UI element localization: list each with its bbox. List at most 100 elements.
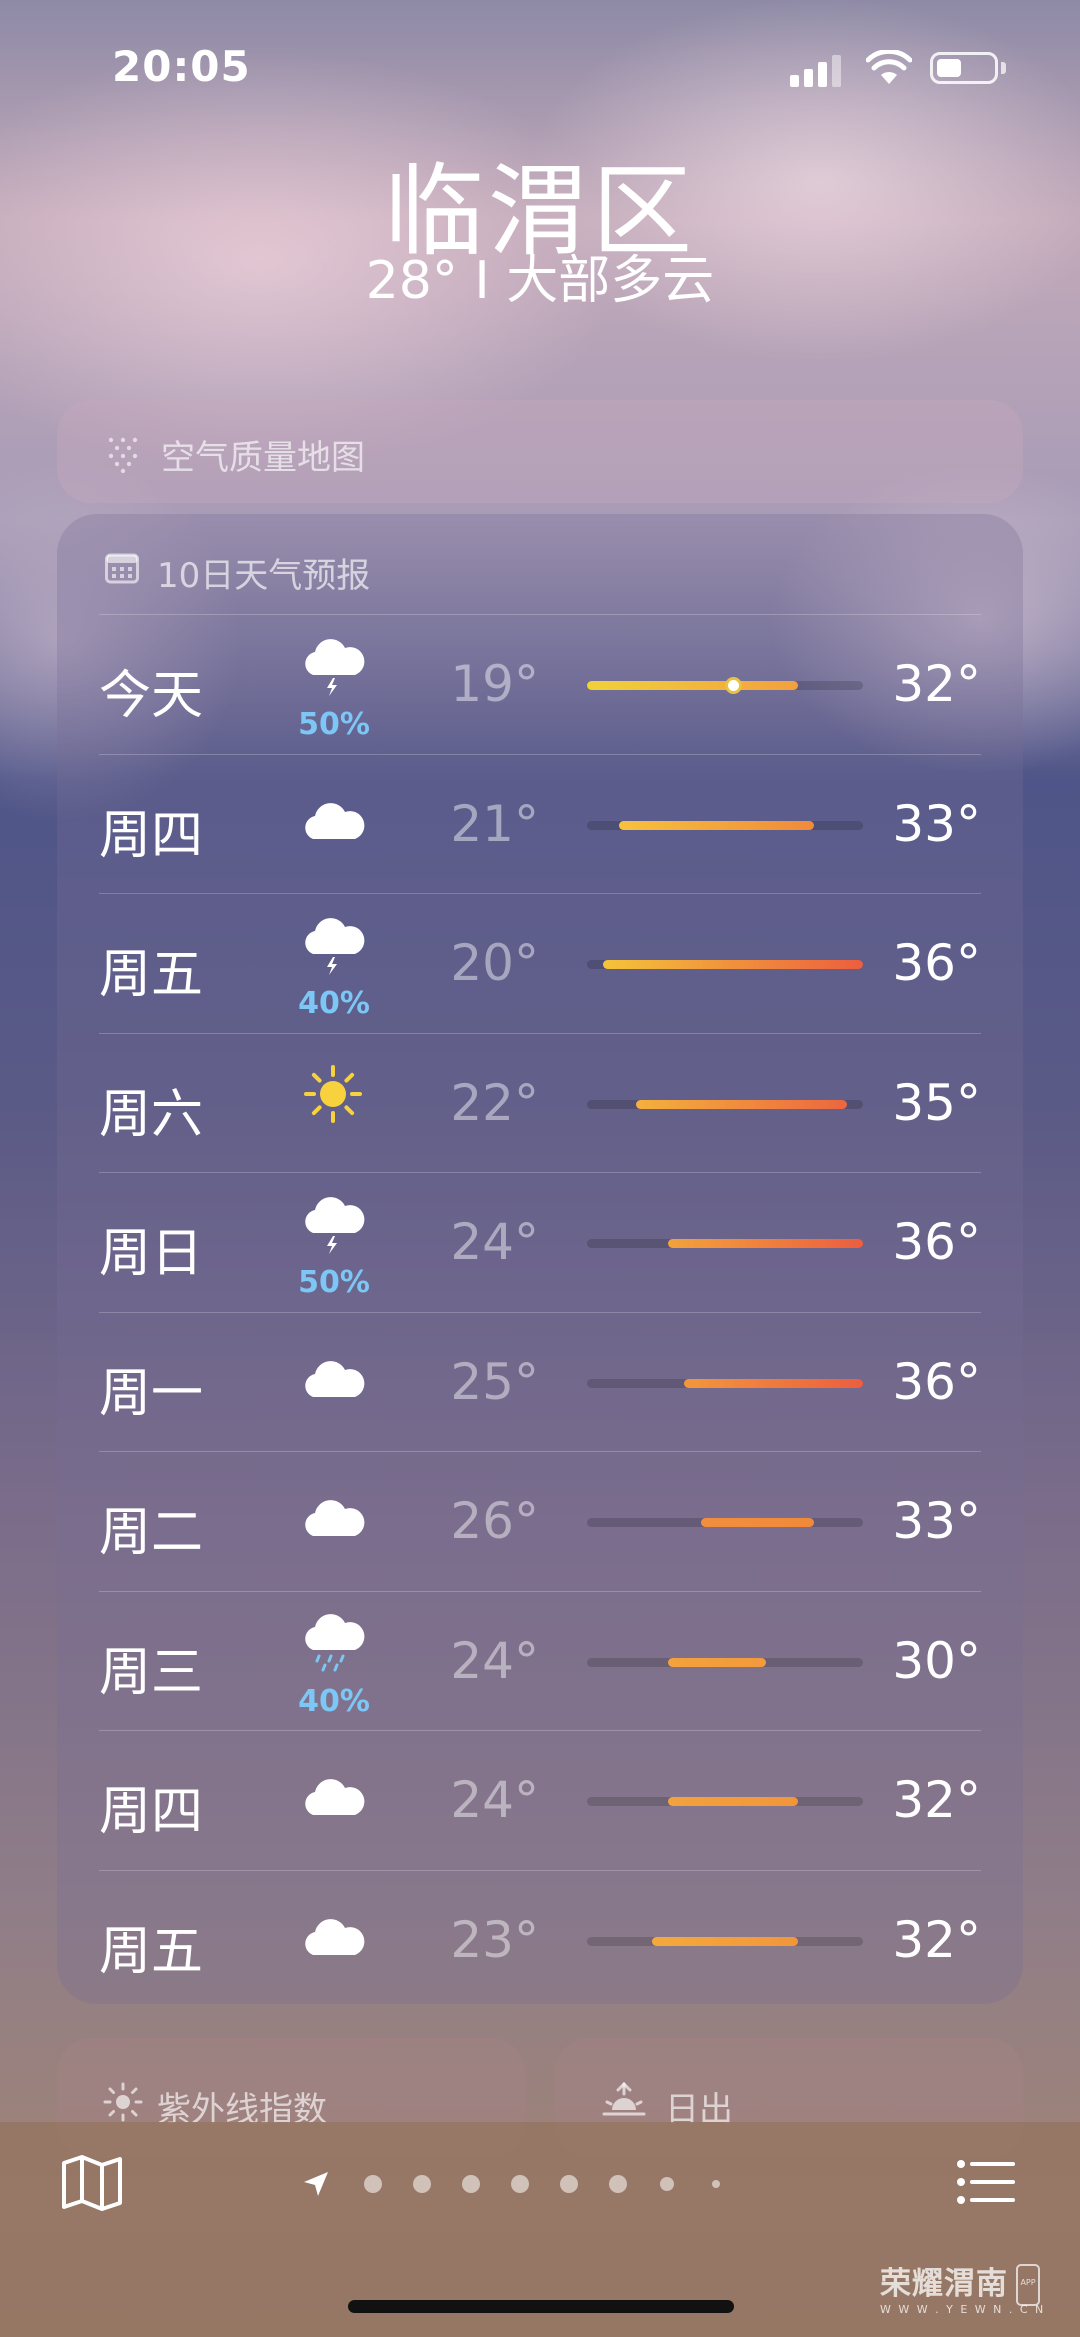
temperature-range-bar bbox=[587, 1099, 863, 1109]
sunrise-icon bbox=[602, 2081, 646, 2116]
forecast-weather-icon bbox=[295, 1613, 371, 1674]
calendar-icon bbox=[105, 553, 139, 584]
high-temperature: 33° bbox=[892, 794, 981, 853]
forecast-weather-icon bbox=[295, 1492, 371, 1552]
forecast-row[interactable]: 周六 22° 35° bbox=[99, 1032, 981, 1173]
temperature-range-fill bbox=[684, 1378, 863, 1388]
battery-cap bbox=[1001, 62, 1006, 74]
location-arrow-icon[interactable] bbox=[302, 2170, 330, 2198]
low-temperature: 21° bbox=[450, 794, 539, 853]
forecast-row[interactable]: 周二 26° 33° bbox=[99, 1451, 981, 1591]
thunderstorm-cloud-icon bbox=[305, 1197, 365, 1254]
low-temperature: 20° bbox=[450, 934, 539, 992]
forecast-weather-icon bbox=[303, 1064, 379, 1124]
precipitation-chance: 50% bbox=[298, 707, 370, 742]
sun-small-icon bbox=[103, 2082, 143, 2122]
precipitation-chance: 50% bbox=[298, 1265, 370, 1300]
current-temperature-marker bbox=[725, 677, 743, 694]
forecast-row[interactable]: 周日 50% 24° 36° bbox=[99, 1172, 981, 1312]
wifi-icon bbox=[866, 50, 912, 84]
forecast-day: 周日 bbox=[99, 1224, 204, 1284]
temperature-range-fill bbox=[668, 1657, 766, 1667]
low-temperature: 25° bbox=[450, 1352, 539, 1411]
rain-cloud-icon bbox=[305, 1613, 365, 1671]
page-dot[interactable] bbox=[712, 2180, 720, 2188]
temperature-range-bar bbox=[587, 1378, 863, 1388]
forecast-row[interactable]: 今天 50% 19° 32° bbox=[99, 614, 981, 754]
high-temperature: 36° bbox=[892, 1352, 981, 1411]
thunderstorm-cloud-icon bbox=[305, 639, 365, 696]
high-temperature: 35° bbox=[892, 1073, 981, 1132]
forecast-row[interactable]: 周三 40% 24° 30° bbox=[99, 1590, 981, 1731]
ten-day-forecast-card: 10日天气预报 今天 50% 19° 32° 周四 21° 33° 周五 40% 20° 36° 周六… bbox=[57, 514, 1023, 2004]
temperature-range-bar bbox=[587, 820, 863, 830]
forecast-day: 周四 bbox=[99, 805, 204, 866]
low-temperature: 22° bbox=[450, 1073, 539, 1132]
page-dot[interactable] bbox=[560, 2175, 578, 2193]
high-temperature: 36° bbox=[892, 1213, 981, 1271]
forecast-row[interactable]: 周五 40% 20° 36° bbox=[99, 893, 981, 1033]
low-temperature: 24° bbox=[450, 1213, 539, 1271]
forecast-weather-icon bbox=[295, 1771, 371, 1831]
page-dot[interactable] bbox=[364, 2175, 382, 2193]
low-temperature: 19° bbox=[450, 655, 539, 713]
status-time: 20:05 bbox=[112, 42, 251, 91]
cloud-icon bbox=[305, 1500, 365, 1536]
temperature-range-bar bbox=[587, 677, 863, 694]
temperature-range-bar bbox=[587, 1239, 863, 1248]
page-dot[interactable] bbox=[660, 2177, 674, 2191]
forecast-day: 今天 bbox=[99, 666, 204, 726]
cloud-icon bbox=[305, 802, 365, 839]
map-icon[interactable] bbox=[60, 2153, 124, 2211]
air-quality-map-card[interactable]: 空气质量地图 bbox=[57, 400, 1023, 503]
high-temperature: 36° bbox=[892, 934, 981, 992]
temperature-range-bar bbox=[587, 1518, 863, 1527]
status-bar: 20:05 bbox=[0, 0, 1080, 140]
forecast-row[interactable]: 周五 23° 32° bbox=[99, 1869, 981, 2010]
forecast-row[interactable]: 周四 24° 32° bbox=[99, 1730, 981, 1870]
page-dot[interactable] bbox=[609, 2175, 627, 2193]
forecast-day: 周五 bbox=[99, 1921, 204, 1982]
forecast-row[interactable]: 周一 25° 36° bbox=[99, 1311, 981, 1452]
temperature-range-bar bbox=[587, 960, 863, 969]
page-dot[interactable] bbox=[511, 2175, 529, 2193]
thunderstorm-cloud-icon bbox=[305, 918, 365, 975]
forecast-day: 周三 bbox=[99, 1642, 204, 1703]
temperature-range-bar bbox=[587, 1797, 863, 1806]
home-indicator bbox=[348, 2300, 734, 2313]
temperature-range-fill bbox=[587, 681, 799, 690]
battery-icon bbox=[930, 52, 998, 84]
high-temperature: 32° bbox=[892, 1910, 981, 1969]
forecast-day: 周四 bbox=[99, 1782, 204, 1842]
watermark-badge: APP bbox=[1016, 2264, 1040, 2306]
page-dot[interactable] bbox=[413, 2175, 431, 2193]
forecast-weather-icon bbox=[295, 916, 371, 976]
temperature-range-fill bbox=[651, 1936, 799, 1946]
low-temperature: 26° bbox=[450, 1492, 539, 1550]
forecast-day: 周五 bbox=[99, 945, 204, 1005]
low-temperature: 24° bbox=[450, 1771, 539, 1829]
forecast-weather-icon bbox=[295, 1353, 371, 1413]
cloud-icon bbox=[305, 1779, 365, 1815]
high-temperature: 30° bbox=[892, 1631, 981, 1690]
temperature-range-bar bbox=[587, 1657, 863, 1667]
forecast-title: 10日天气预报 bbox=[157, 556, 371, 596]
cellular-signal-icon bbox=[790, 55, 841, 87]
precipitation-chance: 40% bbox=[298, 986, 370, 1021]
forecast-row[interactable]: 周四 21° 33° bbox=[99, 753, 981, 894]
temperature-range-fill bbox=[700, 1518, 815, 1527]
forecast-weather-icon bbox=[295, 637, 371, 697]
page-dot[interactable] bbox=[462, 2175, 480, 2193]
high-temperature: 32° bbox=[892, 1771, 981, 1829]
dotted-grid-icon bbox=[108, 437, 138, 474]
low-temperature: 24° bbox=[450, 1631, 539, 1690]
forecast-day: 周二 bbox=[99, 1503, 204, 1563]
current-summary: 28° I 大部多云 bbox=[365, 251, 715, 311]
cloud-icon bbox=[305, 1918, 365, 1955]
list-icon[interactable] bbox=[956, 2158, 1016, 2206]
forecast-weather-icon bbox=[295, 1911, 371, 1971]
forecast-weather-icon bbox=[295, 795, 371, 855]
temperature-range-fill bbox=[603, 960, 863, 969]
cloud-icon bbox=[305, 1360, 365, 1397]
temperature-range-fill bbox=[668, 1797, 799, 1806]
